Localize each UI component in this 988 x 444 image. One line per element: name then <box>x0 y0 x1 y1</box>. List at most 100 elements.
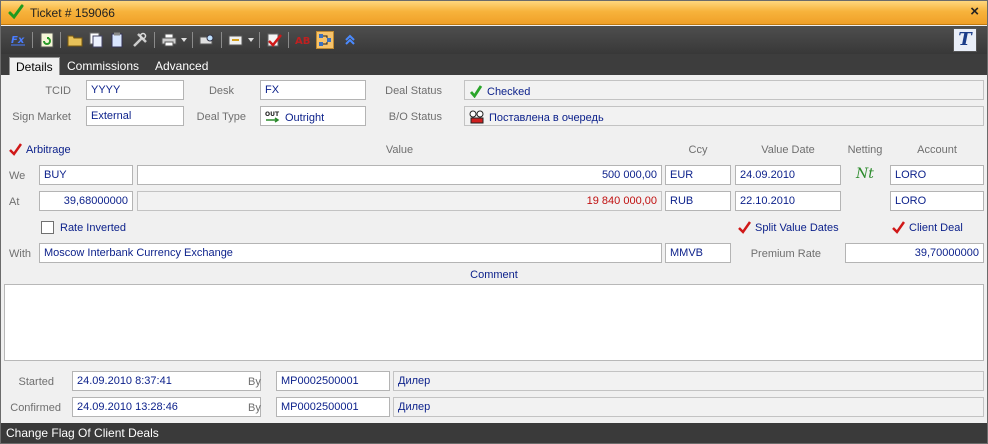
tab-strip: Details Commissions Advanced <box>1 54 987 75</box>
status-bar: Change Flag Of Client Deals <box>1 423 987 443</box>
at-rate-field[interactable]: 39,68000000 <box>39 191 133 211</box>
tools-icon[interactable] <box>131 31 149 49</box>
toolbar-separator <box>60 32 61 48</box>
sign-market-field[interactable]: External <box>86 106 184 126</box>
fx-icon[interactable]: Fx <box>9 31 27 49</box>
bo-status-field[interactable]: Поставлена в очередь <box>464 106 984 126</box>
started-field[interactable]: 24.09.2010 8:37:41 <box>72 371 261 391</box>
counterparty-field[interactable]: Moscow Interbank Currency Exchange <box>39 243 662 263</box>
tab-commissions[interactable]: Commissions <box>61 57 145 75</box>
premium-rate-field[interactable]: 39,70000000 <box>845 243 984 263</box>
arbitrage-label: Arbitrage <box>26 143 71 156</box>
started-by-field[interactable]: MP0002500001 <box>276 371 390 391</box>
svg-text:Fx: Fx <box>11 35 25 46</box>
rate-inverted-label: Rate Inverted <box>60 221 127 234</box>
toolbar-separator <box>221 32 222 48</box>
ccy-column-header: Ccy <box>688 144 708 156</box>
deal-type-value: Outright <box>285 112 325 124</box>
flow-icon[interactable] <box>316 31 334 49</box>
comment-textarea[interactable] <box>4 284 984 361</box>
we-value-field[interactable]: 500 000,00 <box>137 165 662 185</box>
refresh-icon[interactable] <box>38 31 56 49</box>
premium-rate-label: Premium Rate <box>750 248 821 260</box>
svg-text:OUT: OUT <box>265 111 280 118</box>
details-panel: TCID YYYY Desk FX Deal Status Checked Si… <box>1 75 987 423</box>
arbitrage-checkbox[interactable]: Arbitrage <box>9 143 71 156</box>
rate-inverted-checkbox[interactable]: Rate Inverted <box>41 221 126 234</box>
red-check-icon <box>738 221 751 234</box>
checkbox-box <box>41 221 54 234</box>
we-value-date-field[interactable]: 24.09.2010 <box>735 165 841 185</box>
verify-icon[interactable] <box>265 31 283 49</box>
print-dropdown-icon[interactable] <box>181 38 187 42</box>
toolbar-separator <box>259 32 260 48</box>
checked-icon <box>8 4 24 20</box>
stamp-icon[interactable] <box>227 31 245 49</box>
comment-label: Comment <box>470 269 518 281</box>
open-folder-icon[interactable] <box>66 31 84 49</box>
font-icon[interactable]: AB <box>294 31 312 49</box>
bo-status-value: Поставлена в очередь <box>489 112 604 124</box>
arrows-icon[interactable] <box>341 31 359 49</box>
tab-details[interactable]: Details <box>9 57 60 75</box>
at-ccy-field[interactable]: RUB <box>665 191 731 211</box>
value-column-header: Value <box>385 144 414 156</box>
deal-type-field[interactable]: OUT Outright <box>260 106 366 126</box>
counterparty-code-field[interactable]: MMVB <box>665 243 731 263</box>
queue-icon <box>469 110 484 124</box>
desk-field[interactable]: FX <box>260 80 366 100</box>
print-preview-icon[interactable] <box>198 31 216 49</box>
confirmed-role-field[interactable]: Дилер <box>393 397 984 417</box>
sign-market-label: Sign Market <box>12 111 71 123</box>
deal-status-field[interactable]: Checked <box>464 80 984 100</box>
tcid-label: TCID <box>45 85 71 97</box>
title-bar[interactable]: Ticket # 159066 × <box>1 1 987 25</box>
we-account-field[interactable]: LORO <box>890 165 984 185</box>
at-account-field[interactable]: LORO <box>890 191 984 211</box>
started-role-field[interactable]: Дилер <box>393 371 984 391</box>
paste-icon[interactable] <box>108 31 126 49</box>
confirmed-field[interactable]: 24.09.2010 13:28:46 <box>72 397 261 417</box>
ticket-window: Ticket # 159066 × Fx AB T Details Commis… <box>0 0 988 444</box>
print-icon[interactable] <box>160 31 178 49</box>
stamp-dropdown-icon[interactable] <box>248 38 254 42</box>
svg-text:AB: AB <box>295 36 310 47</box>
confirmed-label: Confirmed <box>10 402 61 414</box>
checked-icon <box>469 85 483 98</box>
we-side-field[interactable]: BUY <box>39 165 133 185</box>
we-label: We <box>9 170 26 182</box>
red-check-icon <box>9 143 22 156</box>
t-logo-icon: T <box>953 28 977 52</box>
split-value-dates-label: Split Value Dates <box>755 221 839 234</box>
toolbar-separator <box>154 32 155 48</box>
value-date-column-header: Value Date <box>761 144 815 156</box>
toolbar-separator <box>32 32 33 48</box>
netting-column-header: Netting <box>847 144 883 156</box>
client-deal-label: Client Deal <box>909 221 963 234</box>
red-check-icon <box>892 221 905 234</box>
account-column-header: Account <box>917 144 957 156</box>
confirmed-by-label: By <box>248 402 261 414</box>
toolbar-separator <box>192 32 193 48</box>
we-ccy-field[interactable]: EUR <box>665 165 731 185</box>
close-icon[interactable]: × <box>970 4 979 20</box>
confirmed-by-field[interactable]: MP0002500001 <box>276 397 390 417</box>
at-value-date-field[interactable]: 22.10.2010 <box>735 191 841 211</box>
copy-icon[interactable] <box>87 31 105 49</box>
at-label: At <box>9 196 20 208</box>
tcid-field[interactable]: YYYY <box>86 80 184 100</box>
deal-type-label: Deal Type <box>196 111 246 123</box>
split-value-dates-checkbox[interactable]: Split Value Dates <box>738 221 839 234</box>
bo-status-label: B/O Status <box>388 111 442 123</box>
client-deal-checkbox[interactable]: Client Deal <box>892 221 963 234</box>
started-label: Started <box>18 376 54 388</box>
at-value-field[interactable]: 19 840 000,00 <box>137 191 662 211</box>
outright-icon: OUT <box>265 111 280 123</box>
window-title: Ticket # 159066 <box>30 6 115 20</box>
toolbar: Fx AB T <box>1 26 987 54</box>
desk-label: Desk <box>208 85 234 97</box>
toolbar-separator <box>288 32 289 48</box>
started-by-label: By <box>248 376 261 388</box>
deal-status-label: Deal Status <box>385 85 442 97</box>
tab-advanced[interactable]: Advanced <box>149 57 214 75</box>
